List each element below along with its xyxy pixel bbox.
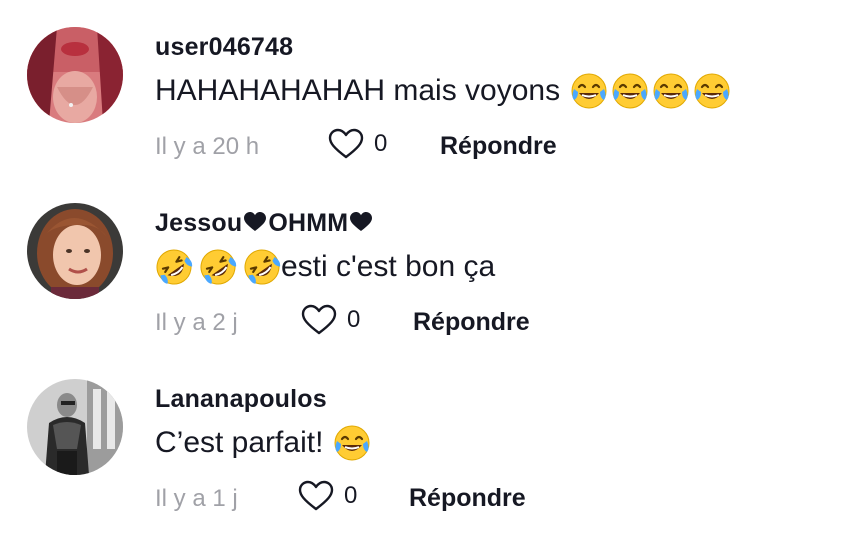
comment-item: user046748 HAHAHAHAHAH mais voyons Il y … — [0, 0, 862, 170]
tears-of-joy-icon — [570, 72, 608, 110]
reply-button[interactable]: Répondre — [409, 484, 526, 513]
comment-text: esti c'est bon ça — [155, 248, 495, 286]
reply-button[interactable]: Répondre — [440, 132, 557, 161]
comment-timestamp: Il y a 2 j — [155, 309, 238, 336]
tears-of-joy-icon — [652, 72, 690, 110]
avatar-image — [27, 203, 123, 299]
comment-text-content: esti c'est bon ça — [281, 250, 496, 283]
comment-text-content: C’est parfait! — [155, 426, 324, 459]
black-heart-icon — [244, 212, 267, 231]
username-part: Jessou — [155, 209, 243, 237]
comment-item: Jessou OHMM esti c'est bon ça Il y a 2 j … — [0, 176, 862, 346]
black-heart-icon — [350, 212, 373, 231]
tears-of-joy-icon — [693, 72, 731, 110]
like-button[interactable]: 0 — [328, 128, 387, 160]
like-count: 0 — [347, 306, 361, 333]
heart-icon — [298, 480, 334, 511]
avatar[interactable] — [27, 203, 123, 299]
reply-button[interactable]: Répondre — [413, 308, 530, 337]
username-part: OHMM — [268, 209, 349, 237]
comment-username[interactable]: Lananapoulos — [155, 385, 327, 414]
heart-icon — [301, 304, 337, 335]
comment-timestamp: Il y a 20 h — [155, 133, 260, 160]
rolling-on-floor-laughing-icon — [243, 248, 281, 286]
avatar[interactable] — [27, 379, 123, 475]
comment-text: C’est parfait! — [155, 424, 374, 462]
comment-username[interactable]: user046748 — [155, 33, 293, 62]
rolling-on-floor-laughing-icon — [155, 248, 193, 286]
like-button[interactable]: 0 — [301, 304, 360, 336]
like-button[interactable]: 0 — [298, 480, 357, 512]
comment-username[interactable]: Jessou OHMM — [155, 209, 374, 238]
comment-item: Lananapoulos C’est parfait! Il y a 1 j 0… — [0, 352, 862, 522]
heart-icon — [328, 128, 364, 159]
avatar-image — [27, 27, 123, 123]
comment-text: HAHAHAHAHAH mais voyons — [155, 72, 734, 110]
rolling-on-floor-laughing-icon — [199, 248, 237, 286]
tears-of-joy-icon — [333, 424, 371, 462]
tears-of-joy-icon — [611, 72, 649, 110]
avatar[interactable] — [27, 27, 123, 123]
avatar-image — [27, 379, 123, 475]
like-count: 0 — [374, 130, 388, 157]
like-count: 0 — [344, 482, 358, 509]
comment-timestamp: Il y a 1 j — [155, 485, 238, 512]
comment-text-content: HAHAHAHAHAH mais voyons — [155, 74, 561, 107]
